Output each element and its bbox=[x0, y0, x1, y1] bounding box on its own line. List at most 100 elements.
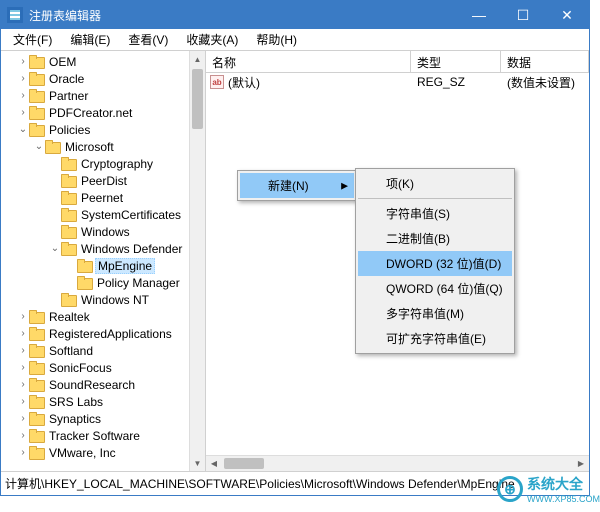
menu-view[interactable]: 查看(V) bbox=[120, 29, 176, 50]
expand-icon[interactable]: › bbox=[17, 396, 29, 407]
expand-icon[interactable]: ⌄ bbox=[49, 243, 61, 254]
tree-label: SonicFocus bbox=[47, 361, 114, 375]
h-scroll-thumb[interactable] bbox=[224, 458, 264, 469]
watermark-logo-icon: ⊕ bbox=[497, 476, 523, 502]
expand-icon[interactable]: › bbox=[17, 362, 29, 373]
expand-icon[interactable]: › bbox=[17, 447, 29, 458]
tree-node[interactable]: Policy Manager bbox=[1, 274, 205, 291]
tree-node[interactable]: ⌄ Policies bbox=[1, 121, 205, 138]
tree-node[interactable]: ›RegisteredApplications bbox=[1, 325, 205, 342]
tree-node[interactable]: ›Partner bbox=[1, 87, 205, 104]
folder-icon bbox=[29, 378, 45, 392]
registry-tree[interactable]: ›OEM›Oracle›Partner›PDFCreator.net⌄Polic… bbox=[1, 51, 206, 471]
folder-icon bbox=[61, 157, 77, 171]
folder-icon bbox=[29, 310, 45, 324]
submenu-item[interactable]: 二进制值(B) bbox=[358, 226, 512, 251]
tree-node[interactable]: ›VMware, Inc bbox=[1, 444, 205, 461]
titlebar[interactable]: 注册表编辑器 — ☐ ✕ bbox=[1, 1, 589, 29]
folder-icon bbox=[29, 395, 45, 409]
expand-icon[interactable]: › bbox=[17, 379, 29, 390]
expand-icon[interactable]: › bbox=[17, 56, 29, 67]
expand-icon[interactable]: › bbox=[17, 73, 29, 84]
tree-node[interactable]: › Realtek bbox=[1, 308, 205, 325]
menu-help[interactable]: 帮助(H) bbox=[248, 29, 305, 50]
scroll-thumb[interactable] bbox=[192, 69, 203, 129]
tree-node[interactable]: Peernet bbox=[1, 189, 205, 206]
submenu-arrow-icon: ▶ bbox=[341, 180, 348, 191]
folder-icon bbox=[29, 72, 45, 86]
submenu-item[interactable]: DWORD (32 位)值(D) bbox=[358, 251, 512, 276]
expand-icon[interactable]: › bbox=[17, 90, 29, 101]
submenu-item[interactable]: QWORD (64 位)值(Q) bbox=[358, 276, 512, 301]
tree-node[interactable]: › SoundResearch bbox=[1, 376, 205, 393]
tree-label: Peernet bbox=[79, 191, 125, 205]
list-h-scrollbar[interactable]: ◀ ▶ bbox=[206, 455, 589, 471]
expand-icon[interactable]: › bbox=[17, 413, 29, 424]
scroll-up-icon[interactable]: ▲ bbox=[190, 51, 205, 67]
tree-node[interactable]: › SonicFocus bbox=[1, 359, 205, 376]
tree-node[interactable]: ›SRS Labs bbox=[1, 393, 205, 410]
tree-node[interactable]: ⌄Windows Defender bbox=[1, 240, 205, 257]
tree-label: Realtek bbox=[47, 310, 92, 324]
scroll-right-icon[interactable]: ▶ bbox=[573, 456, 589, 471]
tree-label: Softland bbox=[47, 344, 95, 358]
expand-icon[interactable]: ⌄ bbox=[33, 141, 45, 152]
tree-label: OEM bbox=[47, 55, 78, 69]
tree-node[interactable]: Windows bbox=[1, 223, 205, 240]
submenu-item[interactable]: 字符串值(S) bbox=[358, 201, 512, 226]
menu-favorites[interactable]: 收藏夹(A) bbox=[178, 29, 246, 50]
menu-file[interactable]: 文件(F) bbox=[5, 29, 60, 50]
tree-node[interactable]: ›PDFCreator.net bbox=[1, 104, 205, 121]
tree-node[interactable]: MpEngine bbox=[1, 257, 205, 274]
folder-icon bbox=[29, 344, 45, 358]
minimize-button[interactable]: — bbox=[457, 1, 501, 29]
tree-node[interactable]: ›Tracker Software bbox=[1, 427, 205, 444]
expand-icon[interactable]: › bbox=[17, 345, 29, 356]
context-new[interactable]: 新建(N) ▶ bbox=[240, 173, 354, 198]
tree-node[interactable]: › Softland bbox=[1, 342, 205, 359]
tree-label: Synaptics bbox=[47, 412, 103, 426]
column-data[interactable]: 数据 bbox=[501, 51, 589, 72]
submenu-item[interactable]: 多字符串值(M) bbox=[358, 301, 512, 326]
column-name[interactable]: 名称 bbox=[206, 51, 411, 72]
maximize-button[interactable]: ☐ bbox=[501, 1, 545, 29]
tree-node[interactable]: › Synaptics bbox=[1, 410, 205, 427]
folder-icon bbox=[29, 446, 45, 460]
expand-icon[interactable]: › bbox=[17, 107, 29, 118]
expand-icon[interactable]: ⌄ bbox=[17, 124, 29, 135]
close-button[interactable]: ✕ bbox=[545, 1, 589, 29]
submenu-item[interactable]: 可扩充字符串值(E) bbox=[358, 326, 512, 351]
column-type[interactable]: 类型 bbox=[411, 51, 501, 72]
tree-scrollbar[interactable]: ▲ ▼ bbox=[189, 51, 205, 471]
folder-icon bbox=[61, 225, 77, 239]
expand-icon[interactable]: › bbox=[17, 311, 29, 322]
window-title: 注册表编辑器 bbox=[29, 7, 457, 24]
menu-edit[interactable]: 编辑(E) bbox=[62, 29, 118, 50]
folder-icon bbox=[61, 174, 77, 188]
tree-label: Windows NT bbox=[79, 293, 151, 307]
folder-icon bbox=[29, 361, 45, 375]
value-name: (默认) bbox=[228, 74, 260, 91]
tree-node[interactable]: SystemCertificates bbox=[1, 206, 205, 223]
watermark: ⊕ 系统大全 WWW.XP85.COM bbox=[497, 474, 600, 504]
folder-icon bbox=[29, 89, 45, 103]
scroll-left-icon[interactable]: ◀ bbox=[206, 456, 222, 471]
context-submenu-new[interactable]: 项(K)字符串值(S)二进制值(B)DWORD (32 位)值(D)QWORD … bbox=[355, 168, 515, 354]
tree-node[interactable]: Windows NT bbox=[1, 291, 205, 308]
tree-label: SoundResearch bbox=[47, 378, 137, 392]
tree-label: MpEngine bbox=[95, 258, 155, 274]
tree-node[interactable]: ›Oracle bbox=[1, 70, 205, 87]
scroll-down-icon[interactable]: ▼ bbox=[190, 455, 205, 471]
list-row[interactable]: ab (默认) REG_SZ (数值未设置) bbox=[206, 73, 589, 91]
expand-icon[interactable]: › bbox=[17, 430, 29, 441]
tree-label: Microsoft bbox=[63, 140, 116, 154]
tree-node[interactable]: › OEM bbox=[1, 53, 205, 70]
tree-node[interactable]: ⌄ Microsoft bbox=[1, 138, 205, 155]
tree-label: Policies bbox=[47, 123, 92, 137]
expand-icon[interactable]: › bbox=[17, 328, 29, 339]
tree-node[interactable]: Cryptography bbox=[1, 155, 205, 172]
tree-node[interactable]: PeerDist bbox=[1, 172, 205, 189]
submenu-item[interactable]: 项(K) bbox=[358, 171, 512, 199]
context-menu[interactable]: 新建(N) ▶ bbox=[237, 170, 357, 201]
folder-icon bbox=[29, 106, 45, 120]
